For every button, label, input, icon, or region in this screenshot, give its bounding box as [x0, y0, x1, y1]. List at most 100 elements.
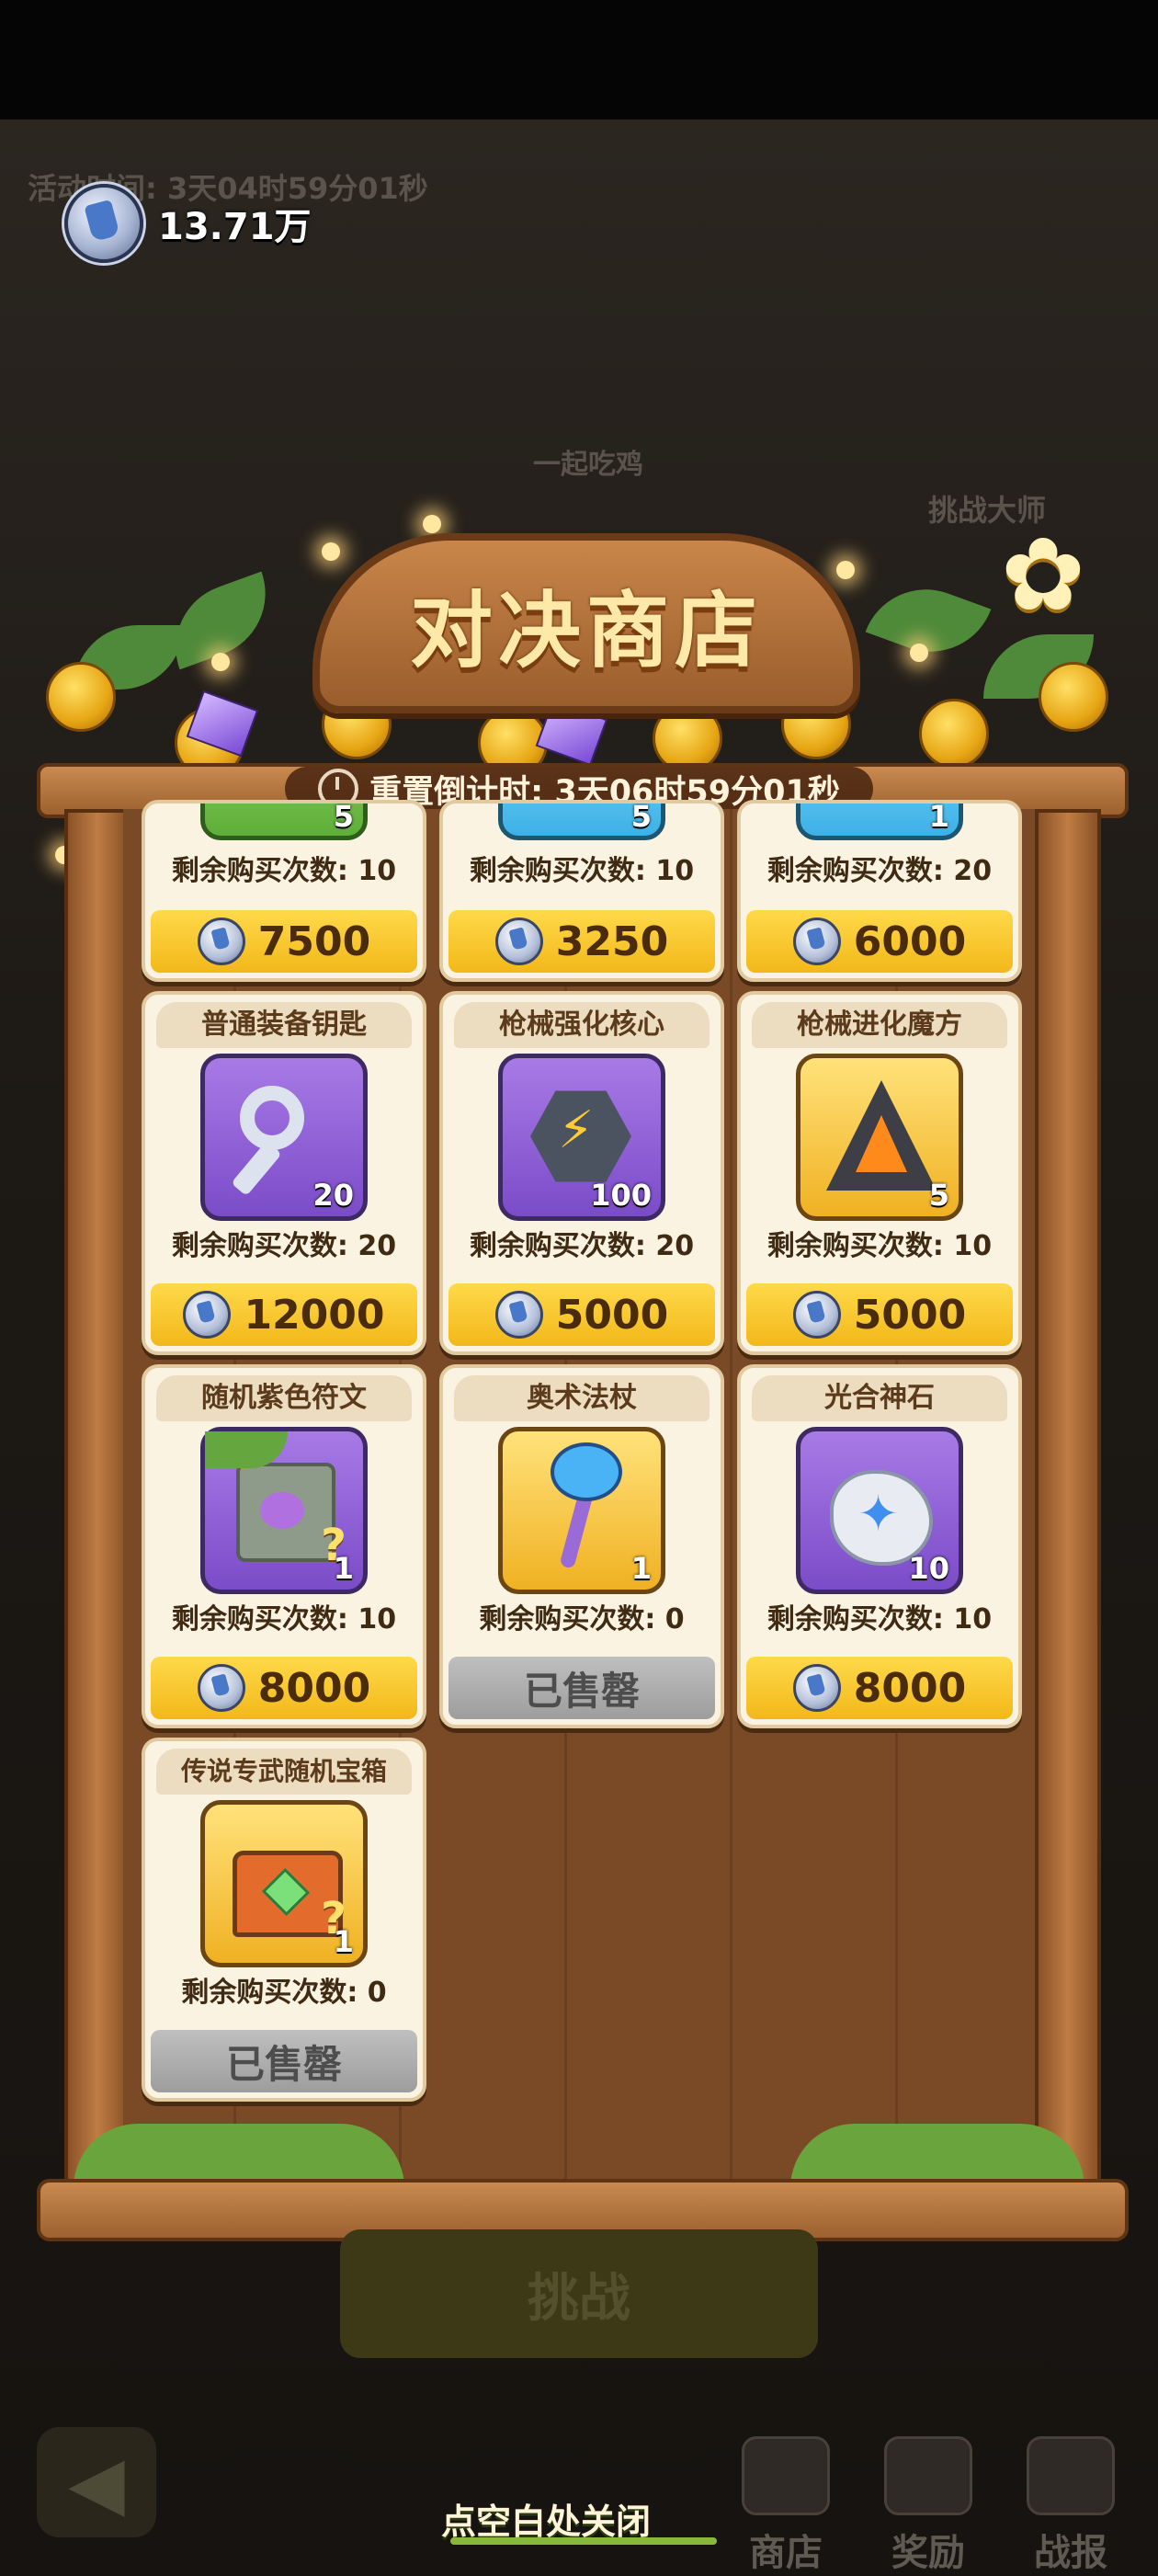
silver-coin-icon — [197, 1664, 245, 1712]
stone-icon: 10 — [796, 1427, 963, 1594]
silver-coin-icon — [183, 1291, 232, 1339]
item-name: 枪械进化魔方 — [752, 1002, 1007, 1048]
silver-coin-icon — [792, 918, 841, 965]
sold-out-label: 已售罄 — [523, 1668, 640, 1714]
report-icon — [1027, 2436, 1115, 2515]
currency-amount: 13.71万 — [158, 206, 312, 248]
challenge-button: 挑战 — [340, 2229, 818, 2358]
sold-out-button: 已售罄 — [151, 2030, 417, 2092]
nav-shop: 商店 — [726, 2436, 846, 2576]
buy-button[interactable]: 6000 — [746, 910, 1013, 973]
shop-item-card[interactable]: 普通装备钥匙 20 剩余购买次数: 20 12000 — [142, 991, 426, 1355]
chest-icon: ? 1 — [200, 1800, 368, 1967]
remaining-purchases: 剩余购买次数: 20 — [766, 855, 993, 887]
buy-button[interactable]: 5000 — [746, 1283, 1013, 1346]
shop-icon — [742, 2436, 830, 2515]
item-price: 3250 — [555, 918, 669, 965]
item-quantity: 1 — [333, 1924, 354, 1959]
green-leaf-icon: 5 — [498, 800, 665, 840]
item-price: 5000 — [853, 1291, 967, 1339]
item-name: 随机紫色符文 — [156, 1375, 412, 1421]
shop-item-card[interactable]: 枪械进化魔方 5 剩余购买次数: 10 5000 — [737, 991, 1022, 1355]
shop-item-card[interactable]: 枪械强化核心 100 剩余购买次数: 20 5000 — [439, 991, 724, 1355]
shop-item-card[interactable]: 光合神石 10 剩余购买次数: 10 8000 — [737, 1364, 1022, 1728]
item-name: 光合神石 — [752, 1375, 1007, 1421]
shop-item-card[interactable]: 随机紫色符文 ? 1 剩余购买次数: 10 8000 — [142, 1364, 426, 1728]
close-button[interactable]: ✿ — [993, 524, 1094, 625]
item-quantity: 1 — [928, 800, 949, 834]
item-quantity: 100 — [590, 1178, 652, 1213]
remaining-purchases: 剩余购买次数: 0 — [181, 1977, 387, 2009]
silver-coin-icon — [792, 1664, 841, 1712]
currency-display: 13.71万 — [64, 184, 312, 263]
nav-report-label: 战报 — [1034, 2532, 1107, 2574]
buy-button[interactable]: 5000 — [448, 1283, 715, 1346]
item-quantity: 10 — [908, 1551, 949, 1586]
prism-icon: 5 — [796, 1054, 963, 1221]
bottom-nav: ◀ 商店 奖励 战报 — [0, 2409, 1158, 2574]
remaining-purchases: 剩余购买次数: 10 — [766, 1230, 993, 1262]
sold-out-button: 已售罄 — [448, 1657, 715, 1719]
nav-report: 战报 — [1011, 2436, 1130, 2576]
item-name: 普通装备钥匙 — [156, 1002, 412, 1048]
nav-reward: 奖励 — [868, 2436, 988, 2576]
shop-title: 对决商店 — [410, 583, 763, 679]
remaining-purchases: 剩余购买次数: 10 — [171, 855, 397, 887]
shop-item-card[interactable]: 5 剩余购买次数: 10 7500 — [142, 800, 426, 982]
item-price: 7500 — [257, 918, 371, 965]
remaining-purchases: 剩余购买次数: 10 — [469, 855, 695, 887]
remaining-purchases: 剩余购买次数: 10 — [171, 1603, 397, 1636]
buy-button[interactable]: 7500 — [151, 910, 417, 973]
item-name: 传说专武随机宝箱 — [156, 1749, 412, 1795]
silver-coin-icon — [64, 184, 143, 263]
silver-coin-icon — [197, 918, 245, 965]
back-arrow-icon: ◀ — [37, 2427, 156, 2537]
item-price: 5000 — [555, 1291, 669, 1339]
remaining-purchases: 剩余购买次数: 10 — [766, 1603, 993, 1636]
item-quantity: 20 — [312, 1178, 354, 1213]
item-price: 12000 — [244, 1291, 385, 1339]
buy-button[interactable]: 8000 — [151, 1657, 417, 1719]
nav-shop-label: 商店 — [749, 2532, 823, 2574]
item-price: 6000 — [853, 918, 967, 965]
flower-close-icon: ✿ — [1000, 516, 1086, 633]
hex-core-icon: 100 — [498, 1054, 665, 1221]
remaining-purchases: 剩余购买次数: 0 — [479, 1603, 685, 1636]
hint-underline — [450, 2537, 717, 2545]
banner-text: 一起吃鸡 — [533, 449, 643, 481]
buy-button[interactable]: 12000 — [151, 1283, 417, 1346]
staff-icon: 1 — [498, 1427, 665, 1594]
item-price: 8000 — [257, 1664, 371, 1712]
tap-to-close-hint[interactable]: 点空白处关闭 — [441, 2493, 651, 2544]
item-quantity: 5 — [333, 800, 354, 834]
nav-reward-label: 奖励 — [891, 2532, 965, 2574]
duel-shop-panel: 对决商店 ✿ 重置倒计时: 3天06时59分01秒 5 剩余购买次数: 10 7… — [37, 478, 1129, 2241]
rune-cube-icon: ? 1 — [200, 1427, 368, 1594]
green-leaf-icon: 5 — [200, 800, 368, 840]
left-post — [64, 809, 131, 2205]
buy-button[interactable]: 8000 — [746, 1657, 1013, 1719]
reward-icon — [884, 2436, 972, 2515]
item-grid[interactable]: 5 剩余购买次数: 10 7500 5 剩余购买次数: 10 3250 1 剩余… — [142, 800, 1022, 2188]
item-quantity: 5 — [630, 800, 652, 834]
key-icon: 20 — [200, 1054, 368, 1221]
item-quantity: 1 — [630, 1551, 652, 1586]
shop-item-card[interactable]: 奥术法杖 1 剩余购买次数: 0 已售罄 — [439, 1364, 724, 1728]
buy-button[interactable]: 3250 — [448, 910, 715, 973]
silver-coin-icon — [494, 1291, 543, 1339]
gem-icon: 1 — [796, 800, 963, 840]
item-quantity: 1 — [333, 1551, 354, 1586]
status-bar-area — [0, 0, 1158, 120]
shop-item-card[interactable]: 传说专武随机宝箱 ? 1 剩余购买次数: 0 已售罄 — [142, 1738, 426, 2102]
shop-item-card[interactable]: 1 剩余购买次数: 20 6000 — [737, 800, 1022, 982]
item-price: 8000 — [853, 1664, 967, 1712]
right-post — [1035, 809, 1101, 2205]
shop-item-card[interactable]: 5 剩余购买次数: 10 3250 — [439, 800, 724, 982]
item-quantity: 5 — [928, 1178, 949, 1213]
sold-out-label: 已售罄 — [225, 2041, 342, 2087]
item-name: 奥术法杖 — [454, 1375, 710, 1421]
item-name: 枪械强化核心 — [454, 1002, 710, 1048]
remaining-purchases: 剩余购买次数: 20 — [469, 1230, 695, 1262]
shop-title-sign: 对决商店 — [312, 533, 860, 713]
silver-coin-icon — [494, 918, 543, 965]
